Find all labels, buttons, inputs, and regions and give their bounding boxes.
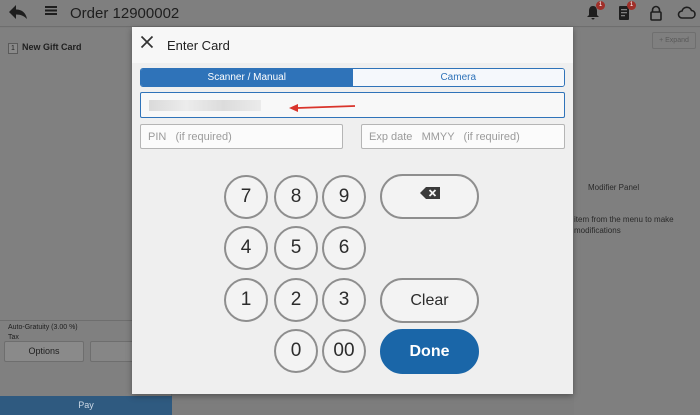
pay-button[interactable]: Pay: [0, 396, 172, 415]
backspace-button[interactable]: [380, 174, 479, 219]
dialog-title: Enter Card: [167, 38, 230, 53]
masked-card-number: [149, 100, 261, 111]
tab-scanner-manual[interactable]: Scanner / Manual: [141, 69, 353, 86]
key-00[interactable]: 00: [322, 329, 366, 373]
dialog-header: Enter Card: [132, 27, 573, 63]
enter-card-dialog: Enter Card Scanner / Manual Camera 7 8 9…: [132, 27, 573, 394]
expand-button[interactable]: + Expand: [652, 32, 696, 49]
modifier-panel-description: item from the menu to make modifications: [574, 215, 674, 235]
modifier-panel: + Expand Modifier Panel item from the me…: [574, 28, 700, 415]
hamburger-menu-icon[interactable]: [45, 3, 57, 21]
lock-icon[interactable]: [649, 5, 663, 21]
key-9[interactable]: 9: [322, 175, 366, 219]
clear-button[interactable]: Clear: [380, 278, 479, 323]
pin-field[interactable]: [140, 124, 343, 149]
bell-icon[interactable]: 1: [586, 1, 605, 21]
card-number-field[interactable]: [140, 92, 565, 118]
key-2[interactable]: 2: [274, 278, 318, 322]
key-1[interactable]: 1: [224, 278, 268, 322]
order-title: Order 12900002: [70, 5, 180, 22]
key-0[interactable]: 0: [274, 329, 318, 373]
key-8[interactable]: 8: [274, 175, 318, 219]
key-5[interactable]: 5: [274, 226, 318, 270]
close-icon[interactable]: [140, 35, 154, 52]
key-6[interactable]: 6: [322, 226, 366, 270]
exp-date-field[interactable]: [361, 124, 565, 149]
key-4[interactable]: 4: [224, 226, 268, 270]
back-arrow-icon[interactable]: [8, 4, 28, 25]
item-quantity: 1: [8, 43, 18, 54]
key-7[interactable]: 7: [224, 175, 268, 219]
tab-camera[interactable]: Camera: [352, 69, 564, 86]
cloud-icon[interactable]: [677, 5, 697, 21]
arrow-annotation-icon: [289, 104, 356, 112]
options-button[interactable]: Options: [4, 341, 84, 362]
notification-badge: 1: [596, 1, 605, 10]
key-3[interactable]: 3: [322, 278, 366, 322]
receipt-badge: 1: [627, 1, 636, 10]
modifier-panel-title: Modifier Panel: [588, 183, 640, 192]
item-name: New Gift Card: [22, 42, 82, 52]
input-mode-tabs: Scanner / Manual Camera: [140, 68, 565, 87]
order-line-item[interactable]: 1 New Gift Card: [8, 42, 82, 54]
receipt-icon[interactable]: 1: [617, 1, 636, 21]
top-bar: Order 12900002 1 1: [0, 0, 700, 27]
backspace-icon: [419, 175, 441, 216]
done-button[interactable]: Done: [380, 329, 479, 374]
